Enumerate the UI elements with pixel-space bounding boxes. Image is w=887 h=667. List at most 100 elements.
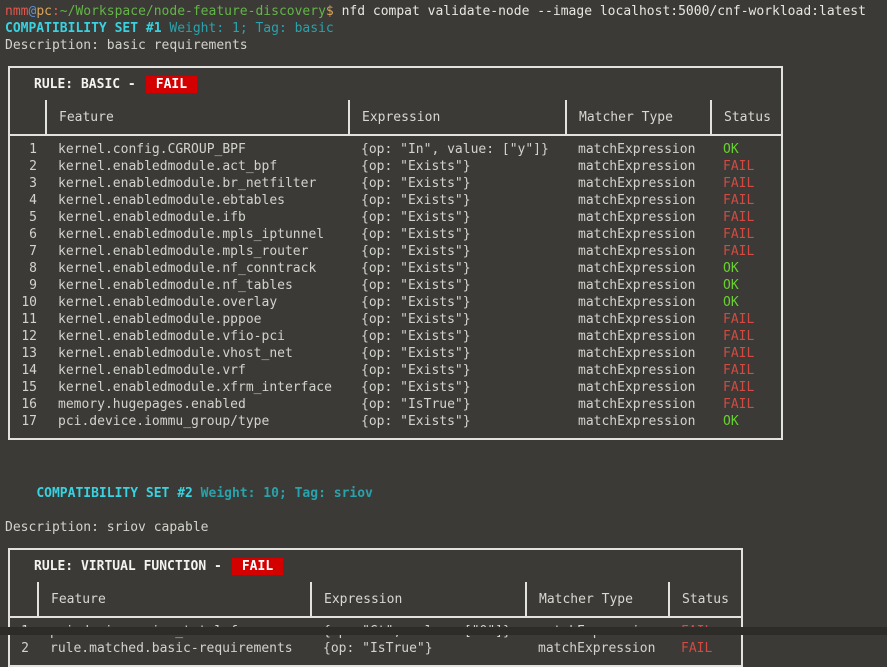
matcher-type-cell: matchExpression (566, 192, 711, 209)
feature-cell: kernel.enabledmodule.ifb (46, 209, 349, 226)
matcher-type-cell: matchExpression (566, 362, 711, 379)
terminal-screen[interactable]: nmm@pc:~/Workspace/node-feature-discover… (0, 0, 887, 635)
feature-cell: kernel.enabledmodule.mpls_iptunnel (46, 226, 349, 243)
matcher-type-cell: matchExpression (566, 396, 711, 413)
set2-description: Description: sriov capable (5, 519, 887, 536)
matcher-type-cell: matchExpression (566, 345, 711, 362)
matcher-type-cell: matchExpression (566, 175, 711, 192)
matcher-type-cell: matchExpression (566, 413, 711, 439)
column-header-row: Feature Expression Matcher Type Status (9, 582, 742, 617)
table-row: 2kernel.enabledmodule.act_bpf{op: "Exist… (9, 158, 782, 175)
row-index-cell: 3 (9, 175, 46, 192)
expression-cell: {op: "In", value: ["y"]} (349, 135, 566, 158)
prompt-user: nmm (5, 4, 28, 19)
table-row: 12kernel.enabledmodule.vfio-pci{op: "Exi… (9, 328, 782, 345)
status-cell: FAIL (711, 379, 782, 396)
table-row: 6kernel.enabledmodule.mpls_iptunnel{op: … (9, 226, 782, 243)
feature-cell: kernel.enabledmodule.vhost_net (46, 345, 349, 362)
expression-cell: {op: "IsTrue"} (349, 396, 566, 413)
feature-cell: kernel.enabledmodule.act_bpf (46, 158, 349, 175)
feature-cell: kernel.enabledmodule.overlay (46, 294, 349, 311)
set1-meta: Weight: 1; Tag: basic (162, 21, 334, 36)
matcher-type-cell: matchExpression (566, 328, 711, 345)
row-index-cell: 16 (9, 396, 46, 413)
rule-status-badge: FAIL (232, 558, 283, 575)
expression-cell: {op: "Exists"} (349, 209, 566, 226)
table-row: 9kernel.enabledmodule.nf_tables{op: "Exi… (9, 277, 782, 294)
rule-label: RULE: BASIC - (34, 77, 136, 92)
expression-cell: {op: "IsTrue"} (311, 640, 526, 666)
set1-description: Description: basic requirements (5, 37, 887, 54)
prompt-host: pc (36, 4, 52, 19)
status-cell: FAIL (711, 311, 782, 328)
feature-cell: kernel.enabledmodule.pppoe (46, 311, 349, 328)
row-index-cell: 5 (9, 209, 46, 226)
matcher-type-cell: matchExpression (566, 226, 711, 243)
status-cell: FAIL (711, 192, 782, 209)
row-index-cell: 10 (9, 294, 46, 311)
expression-cell: {op: "Exists"} (349, 243, 566, 260)
col-expression: Expression (311, 582, 526, 617)
table-row: 4kernel.enabledmodule.ebtables{op: "Exis… (9, 192, 782, 209)
row-index-cell: 2 (9, 640, 38, 666)
table-row: 10kernel.enabledmodule.overlay{op: "Exis… (9, 294, 782, 311)
feature-cell: kernel.enabledmodule.br_netfilter (46, 175, 349, 192)
matcher-type-cell: matchExpression (566, 158, 711, 175)
row-index-cell: 12 (9, 328, 46, 345)
feature-cell: kernel.enabledmodule.vfio-pci (46, 328, 349, 345)
expression-cell: {op: "Exists"} (349, 192, 566, 209)
feature-cell: kernel.enabledmodule.vrf (46, 362, 349, 379)
table-row: 11kernel.enabledmodule.pppoe{op: "Exists… (9, 311, 782, 328)
expression-cell: {op: "Exists"} (349, 294, 566, 311)
matcher-type-cell: matchExpression (566, 135, 711, 158)
col-expression: Expression (349, 100, 566, 135)
row-index-cell: 11 (9, 311, 46, 328)
expression-cell: {op: "Exists"} (349, 311, 566, 328)
row-index-cell: 8 (9, 260, 46, 277)
status-cell: OK (711, 413, 782, 439)
status-cell: OK (711, 277, 782, 294)
expression-cell: {op: "Exists"} (349, 379, 566, 396)
col-matcher-type: Matcher Type (566, 100, 711, 135)
table-row: 3kernel.enabledmodule.br_netfilter{op: "… (9, 175, 782, 192)
rule-status-badge: FAIL (146, 76, 197, 93)
col-matcher-type: Matcher Type (526, 582, 669, 617)
matcher-type-cell: matchExpression (566, 311, 711, 328)
col-feature: Feature (38, 582, 311, 617)
rule-label: RULE: VIRTUAL FUNCTION - (34, 559, 222, 574)
status-cell: FAIL (711, 362, 782, 379)
status-cell: FAIL (711, 243, 782, 260)
row-index-cell: 14 (9, 362, 46, 379)
col-status: Status (711, 100, 782, 135)
expression-cell: {op: "Exists"} (349, 277, 566, 294)
expression-cell: {op: "Exists"} (349, 158, 566, 175)
table-row: 15kernel.enabledmodule.xfrm_interface{op… (9, 379, 782, 396)
feature-cell: kernel.enabledmodule.ebtables (46, 192, 349, 209)
feature-cell: kernel.config.CGROUP_BPF (46, 135, 349, 158)
set2-meta: Weight: 10; Tag: sriov (193, 486, 373, 501)
status-cell: OK (711, 135, 782, 158)
col-feature: Feature (46, 100, 349, 135)
status-cell: FAIL (711, 328, 782, 345)
expression-cell: {op: "Exists"} (349, 260, 566, 277)
status-cell: OK (711, 260, 782, 277)
window-bottom-edge (0, 627, 887, 635)
status-cell: OK (711, 294, 782, 311)
expression-cell: {op: "Exists"} (349, 413, 566, 439)
col-index (9, 582, 38, 617)
table-row: 14kernel.enabledmodule.vrf{op: "Exists"}… (9, 362, 782, 379)
feature-cell: kernel.enabledmodule.xfrm_interface (46, 379, 349, 396)
row-index-cell: 17 (9, 413, 46, 439)
command-text: nfd compat validate-node --image localho… (342, 4, 866, 19)
feature-cell: memory.hugepages.enabled (46, 396, 349, 413)
feature-cell: rule.matched.basic-requirements (38, 640, 311, 666)
table-row: 5kernel.enabledmodule.ifb{op: "Exists"}m… (9, 209, 782, 226)
matcher-type-cell: matchExpression (566, 260, 711, 277)
feature-cell: kernel.enabledmodule.mpls_router (46, 243, 349, 260)
matcher-type-cell: matchExpression (526, 640, 669, 666)
row-index-cell: 4 (9, 192, 46, 209)
table-row: 1kernel.config.CGROUP_BPF{op: "In", valu… (9, 135, 782, 158)
expression-cell: {op: "Exists"} (349, 226, 566, 243)
feature-cell: pci.device.iommu_group/type (46, 413, 349, 439)
expression-cell: {op: "Exists"} (349, 345, 566, 362)
